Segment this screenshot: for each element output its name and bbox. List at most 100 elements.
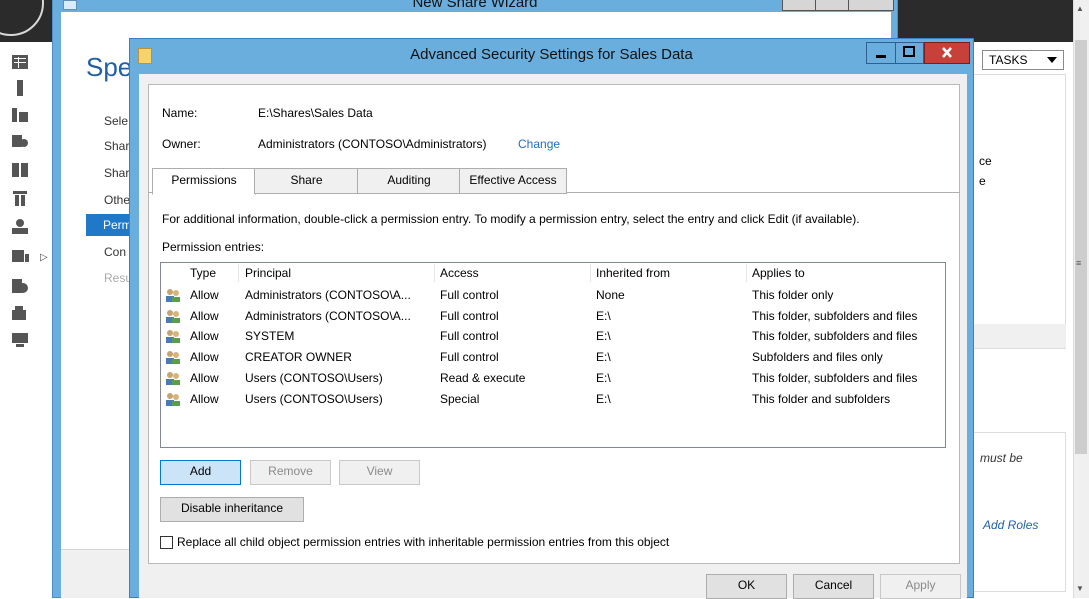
remote-access-icon[interactable] xyxy=(11,332,29,348)
row-applies-to: This folder, subfolders and files xyxy=(752,329,918,343)
table-row[interactable]: Allow Administrators (CONTOSO\A... Full … xyxy=(161,306,945,327)
row-inherited-from: E:\ xyxy=(596,350,611,364)
change-owner-link[interactable]: Change xyxy=(518,137,560,151)
add-button[interactable]: Add xyxy=(160,460,241,485)
row-type: Allow xyxy=(190,371,219,385)
file-services-icon[interactable] xyxy=(11,218,29,234)
replace-child-permissions-checkbox[interactable] xyxy=(160,536,173,549)
dns-icon[interactable] xyxy=(11,190,29,206)
row-access: Special xyxy=(440,392,480,406)
maximize-button[interactable] xyxy=(815,0,850,11)
close-button[interactable] xyxy=(848,0,894,11)
ad-ds-icon[interactable] xyxy=(11,134,29,150)
tasks-dropdown[interactable]: TASKS xyxy=(982,50,1064,70)
minimize-button[interactable] xyxy=(782,0,817,11)
row-applies-to: Subfolders and files only xyxy=(752,350,883,364)
file-storage-services-icon[interactable] xyxy=(11,248,29,264)
row-principal: Users (CONTOSO\Users) xyxy=(245,371,383,385)
all-servers-icon[interactable] xyxy=(11,106,29,122)
column-header-access[interactable]: Access xyxy=(440,266,479,280)
wizard-step[interactable]: Sele xyxy=(104,114,128,128)
row-type: Allow xyxy=(190,392,219,406)
row-type: Allow xyxy=(190,350,219,364)
column-header-type[interactable]: Type xyxy=(190,266,216,280)
row-access: Full control xyxy=(440,309,499,323)
minimize-button[interactable] xyxy=(866,42,896,64)
tasks-label: TASKS xyxy=(989,53,1028,67)
row-applies-to: This folder and subfolders xyxy=(752,392,891,406)
disable-inheritance-button[interactable]: Disable inheritance xyxy=(160,497,304,522)
print-services-icon[interactable] xyxy=(11,306,29,322)
row-principal: Users (CONTOSO\Users) xyxy=(245,392,383,406)
row-type: Allow xyxy=(190,329,219,343)
users-icon xyxy=(165,288,181,302)
users-icon xyxy=(165,309,181,323)
column-separator[interactable] xyxy=(434,264,435,282)
column-separator[interactable] xyxy=(746,264,747,282)
table-row[interactable]: Allow CREATOR OWNER Full control E:\ Sub… xyxy=(161,347,945,368)
owner-label: Owner: xyxy=(162,137,201,151)
scroll-down-icon[interactable]: ▼ xyxy=(1076,584,1084,593)
row-type: Allow xyxy=(190,288,219,302)
column-separator[interactable] xyxy=(238,264,239,282)
iis-icon[interactable] xyxy=(11,278,29,294)
replace-child-permissions-label[interactable]: Replace all child object permission entr… xyxy=(177,535,669,549)
background-text-fragment: must be xyxy=(980,451,1023,465)
cancel-button[interactable]: Cancel xyxy=(793,574,874,599)
scrollbar-thumb[interactable] xyxy=(1075,40,1087,454)
info-text: For additional information, double-click… xyxy=(162,212,860,226)
table-row[interactable]: Allow Users (CONTOSO\Users) Read & execu… xyxy=(161,368,945,389)
row-applies-to: This folder, subfolders and files xyxy=(752,371,918,385)
row-inherited-from: E:\ xyxy=(596,329,611,343)
row-applies-to: This folder, subfolders and files xyxy=(752,309,918,323)
row-access: Full control xyxy=(440,329,499,343)
table-row[interactable]: Allow SYSTEM Full control E:\ This folde… xyxy=(161,326,945,347)
wizard-window-controls xyxy=(782,0,894,11)
users-icon xyxy=(165,392,181,406)
server-manager-panel xyxy=(970,74,1066,349)
wizard-step: Resu xyxy=(104,271,133,285)
ok-button[interactable]: OK xyxy=(706,574,787,599)
scroll-up-icon[interactable]: ▲ xyxy=(1076,4,1084,13)
expand-arrow-icon[interactable]: ▷ xyxy=(40,252,48,263)
tab-auditing[interactable]: Auditing xyxy=(357,168,461,194)
wizard-step[interactable]: Othe xyxy=(104,193,130,207)
row-principal: SYSTEM xyxy=(245,329,295,343)
add-roles-link[interactable]: Add Roles xyxy=(983,518,1038,532)
remove-button[interactable]: Remove xyxy=(250,460,331,485)
panel-band xyxy=(970,324,1066,348)
tab-effective-access[interactable]: Effective Access xyxy=(459,168,567,194)
wizard-step-active-label: Perm xyxy=(103,218,132,232)
table-row[interactable]: Allow Users (CONTOSO\Users) Special E:\ … xyxy=(161,389,945,410)
wizard-step[interactable]: Shar xyxy=(104,139,129,153)
users-icon xyxy=(165,350,181,364)
row-access: Full control xyxy=(440,350,499,364)
apply-button[interactable]: Apply xyxy=(880,574,961,599)
row-inherited-from: E:\ xyxy=(596,371,611,385)
dashboard-icon[interactable] xyxy=(11,54,29,70)
maximize-button[interactable] xyxy=(896,42,924,64)
permission-entries-label: Permission entries: xyxy=(162,240,265,254)
column-header-applies-to[interactable]: Applies to xyxy=(752,266,805,280)
column-header-inherited-from[interactable]: Inherited from xyxy=(596,266,670,280)
background-text-fragment: e xyxy=(979,174,986,188)
name-label: Name: xyxy=(162,106,198,120)
column-separator[interactable] xyxy=(590,264,591,282)
wizard-title: New Share Wizard xyxy=(412,0,538,11)
view-button[interactable]: View xyxy=(339,460,420,485)
wizard-step[interactable]: Shar xyxy=(104,166,129,180)
row-inherited-from: E:\ xyxy=(596,309,611,323)
close-button[interactable] xyxy=(924,42,970,64)
tab-share[interactable]: Share xyxy=(254,168,359,194)
dialog-title: Advanced Security Settings for Sales Dat… xyxy=(410,46,693,63)
local-server-icon[interactable] xyxy=(11,80,29,96)
dhcp-icon[interactable] xyxy=(11,162,29,178)
row-type: Allow xyxy=(190,309,219,323)
column-header-principal[interactable]: Principal xyxy=(245,266,291,280)
table-row[interactable]: Allow Administrators (CONTOSO\A... Full … xyxy=(161,285,945,306)
owner-value: Administrators (CONTOSO\Administrators) xyxy=(258,137,487,151)
tab-permissions[interactable]: Permissions xyxy=(152,168,256,195)
row-principal: CREATOR OWNER xyxy=(245,350,352,364)
users-icon xyxy=(165,329,181,343)
wizard-step[interactable]: Con xyxy=(104,245,126,259)
